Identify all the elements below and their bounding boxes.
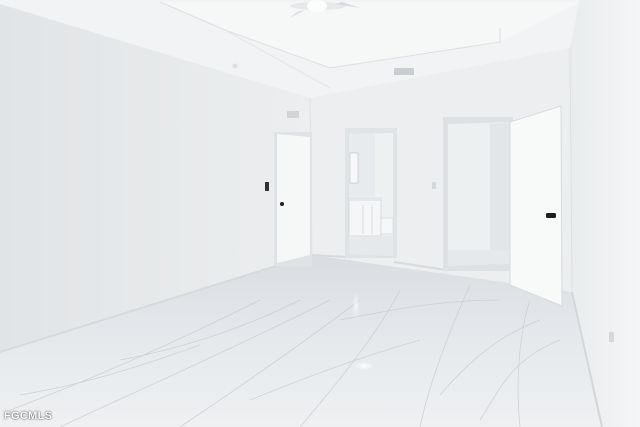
open-door[interactable] xyxy=(509,105,563,307)
bathroom-mirror xyxy=(349,152,359,184)
door-handle-icon[interactable] xyxy=(546,213,556,218)
door-handle-icon[interactable] xyxy=(280,202,284,206)
bathroom-vanity xyxy=(348,197,382,237)
outlet xyxy=(609,332,614,342)
air-vent-icon xyxy=(394,68,414,75)
room-illustration xyxy=(0,0,640,427)
closet-door[interactable] xyxy=(277,134,310,263)
air-vent-icon xyxy=(287,111,299,118)
bedroom-photo: FGCMLS xyxy=(0,0,640,427)
light-switch-icon[interactable] xyxy=(265,182,269,191)
mls-watermark: FGCMLS xyxy=(4,410,53,422)
outlet xyxy=(432,182,436,189)
